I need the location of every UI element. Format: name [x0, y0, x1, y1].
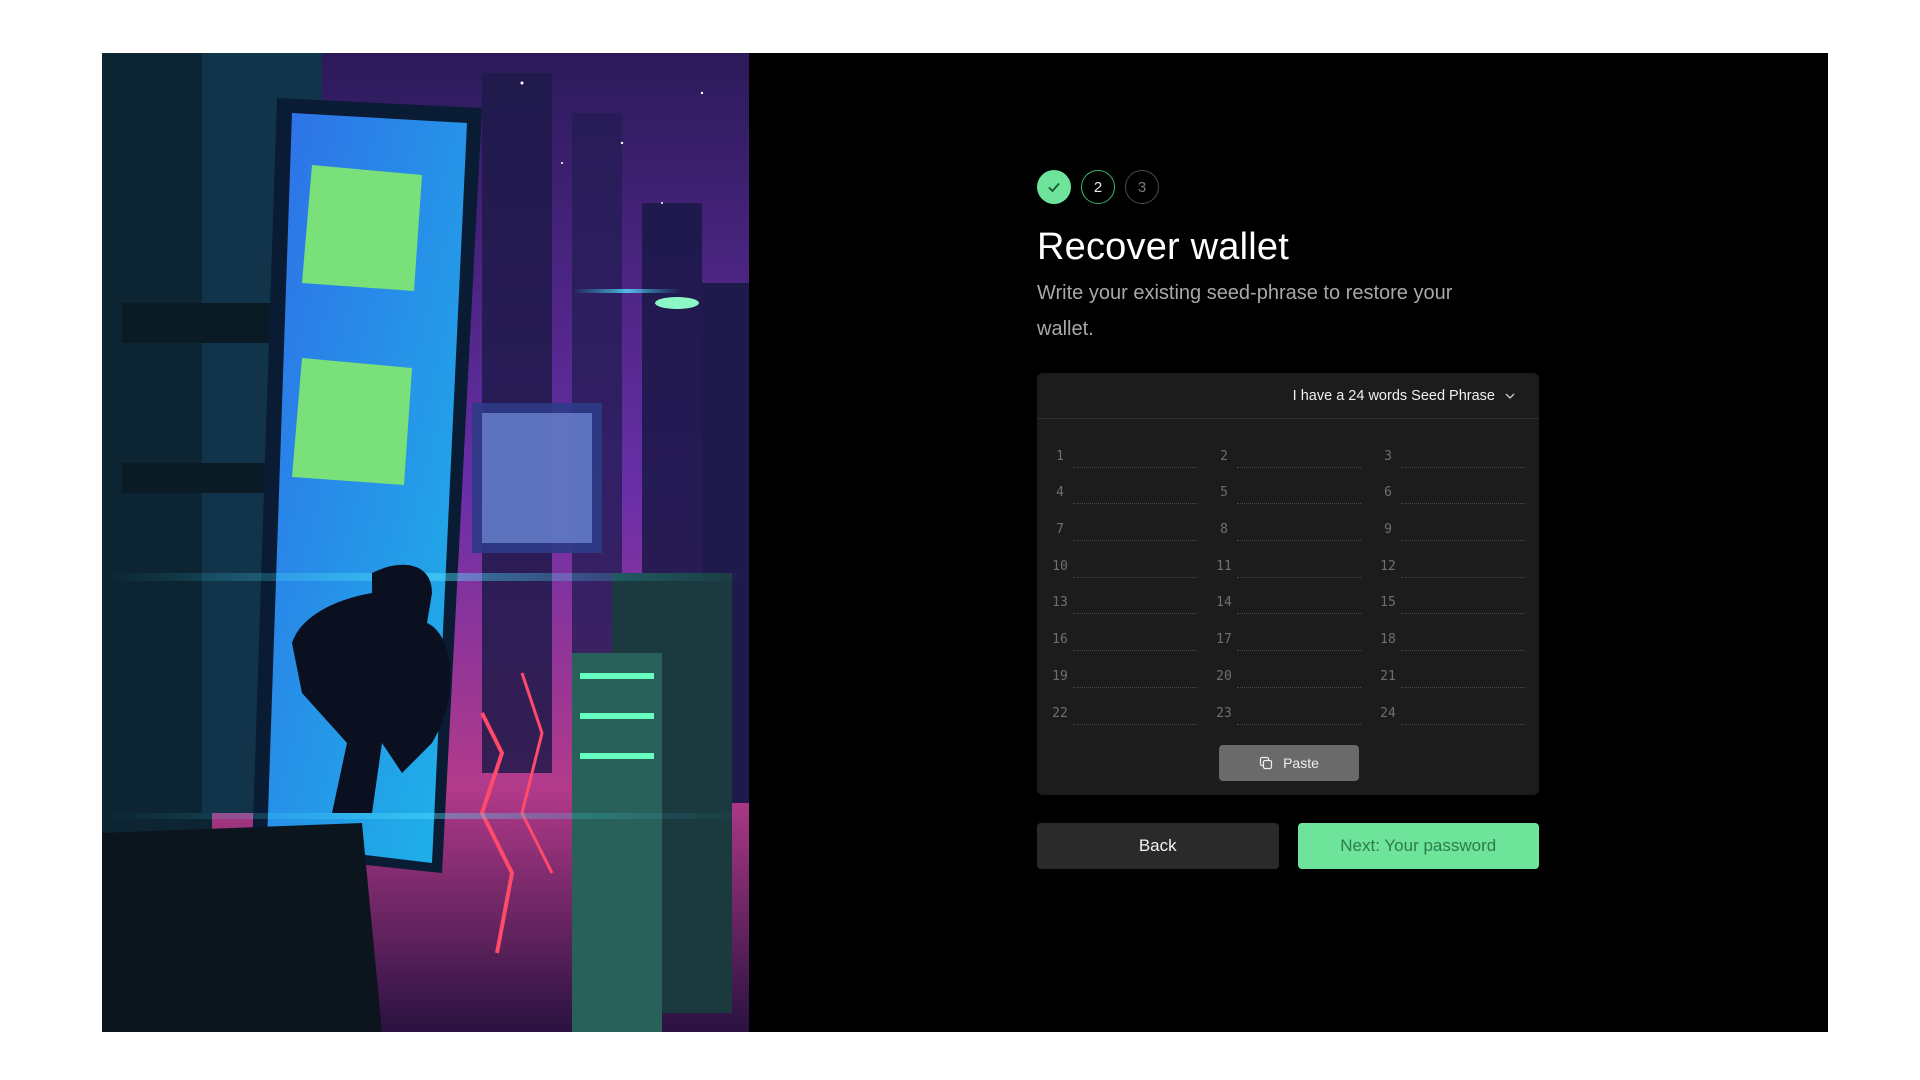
- seed-word-cell: 6: [1377, 468, 1525, 505]
- seed-word-input[interactable]: [1401, 442, 1525, 468]
- seed-word-number: 19: [1052, 668, 1068, 684]
- seed-word-number: 15: [1380, 595, 1396, 611]
- seed-length-selector[interactable]: I have a 24 words Seed Phrase: [1037, 373, 1539, 419]
- seed-word-input[interactable]: [1401, 479, 1525, 505]
- seed-word-number: 9: [1384, 522, 1392, 538]
- seed-word-number: 23: [1216, 705, 1232, 721]
- seed-word-input[interactable]: [1237, 662, 1361, 688]
- check-icon: [1048, 182, 1060, 193]
- back-button[interactable]: Back: [1037, 823, 1279, 869]
- copy-icon: [1259, 756, 1273, 770]
- seed-word-cell: 23: [1213, 688, 1361, 725]
- seed-word-number: 14: [1216, 595, 1232, 611]
- seed-word-cell: 20: [1213, 651, 1361, 688]
- seed-word-number: 13: [1052, 595, 1068, 611]
- seed-phrase-box: I have a 24 words Seed Phrase 1234567891…: [1037, 373, 1539, 795]
- seed-word-input[interactable]: [1401, 699, 1525, 725]
- seed-word-input[interactable]: [1237, 552, 1361, 578]
- seed-word-number: 16: [1052, 632, 1068, 648]
- seed-word-cell: 5: [1213, 468, 1361, 505]
- seed-word-input[interactable]: [1401, 552, 1525, 578]
- seed-word-input[interactable]: [1073, 516, 1197, 542]
- seed-word-input[interactable]: [1237, 626, 1361, 652]
- seed-word-input[interactable]: [1073, 442, 1197, 468]
- seed-word-number: 17: [1216, 632, 1232, 648]
- seed-word-input[interactable]: [1073, 589, 1197, 615]
- seed-word-number: 24: [1380, 705, 1396, 721]
- step-3-upcoming: 3: [1125, 170, 1159, 204]
- step-2-current: 2: [1081, 170, 1115, 204]
- seed-word-cell: 17: [1213, 614, 1361, 652]
- seed-word-input[interactable]: [1237, 589, 1361, 615]
- chevron-down-icon: [1505, 393, 1515, 399]
- seed-word-grid: 1 2 3 4 5 6 7 8 9 10 11 12 13 14 15 16 17 18 19 20 21 22 23 24: [1037, 419, 1539, 725]
- seed-word-cell: 4: [1049, 468, 1197, 505]
- app-window: 2 3 Recover wallet Write your existing s…: [102, 53, 1828, 1032]
- seed-word-cell: 10: [1049, 541, 1197, 578]
- seed-word-cell: 7: [1049, 504, 1197, 542]
- seed-word-cell: 14: [1213, 578, 1361, 615]
- seed-word-cell: 12: [1377, 541, 1525, 578]
- step-1-complete: [1037, 170, 1071, 204]
- seed-word-input[interactable]: [1237, 479, 1361, 505]
- seed-word-cell: 24: [1377, 688, 1525, 725]
- paste-button[interactable]: Paste: [1219, 745, 1359, 781]
- seed-word-number: 18: [1380, 632, 1396, 648]
- seed-word-input[interactable]: [1401, 626, 1525, 652]
- seed-word-input[interactable]: [1073, 699, 1197, 725]
- recover-panel: 2 3 Recover wallet Write your existing s…: [1037, 170, 1539, 869]
- seed-word-cell: 1: [1049, 431, 1197, 468]
- seed-word-cell: 2: [1213, 431, 1361, 468]
- seed-word-input[interactable]: [1401, 589, 1525, 615]
- seed-word-cell: 16: [1049, 614, 1197, 652]
- seed-word-number: 3: [1384, 448, 1392, 464]
- seed-word-number: 4: [1056, 485, 1064, 501]
- seed-word-number: 22: [1052, 705, 1068, 721]
- seed-word-number: 10: [1052, 558, 1068, 574]
- seed-word-input[interactable]: [1073, 662, 1197, 688]
- seed-word-number: 1: [1056, 448, 1064, 464]
- seed-word-number: 11: [1216, 558, 1232, 574]
- seed-word-cell: 21: [1377, 651, 1525, 688]
- seed-word-cell: 8: [1213, 504, 1361, 542]
- seed-word-cell: 13: [1049, 578, 1197, 615]
- seed-word-cell: 18: [1377, 614, 1525, 652]
- seed-word-cell: 3: [1377, 431, 1525, 468]
- seed-word-input[interactable]: [1237, 516, 1361, 542]
- seed-word-number: 12: [1380, 558, 1396, 574]
- seed-word-input[interactable]: [1073, 626, 1197, 652]
- seed-word-number: 6: [1384, 485, 1392, 501]
- seed-word-input[interactable]: [1237, 442, 1361, 468]
- action-bar: Back Next: Your password: [1037, 823, 1539, 869]
- seed-word-number: 5: [1220, 485, 1228, 501]
- seed-word-input[interactable]: [1073, 552, 1197, 578]
- seed-word-number: 21: [1380, 668, 1396, 684]
- seed-word-number: 7: [1056, 522, 1064, 538]
- stepper: 2 3: [1037, 170, 1539, 204]
- seed-word-cell: 19: [1049, 651, 1197, 688]
- page-title: Recover wallet: [1037, 226, 1290, 268]
- next-password-button[interactable]: Next: Your password: [1297, 823, 1539, 869]
- seed-word-cell: 9: [1377, 504, 1525, 542]
- seed-word-input[interactable]: [1237, 699, 1361, 725]
- seed-word-number: 20: [1216, 668, 1232, 684]
- seed-word-cell: 22: [1049, 688, 1197, 725]
- seed-word-input[interactable]: [1073, 479, 1197, 505]
- seed-word-cell: 11: [1213, 541, 1361, 578]
- seed-word-input[interactable]: [1401, 516, 1525, 542]
- paste-label: Paste: [1283, 755, 1319, 771]
- seed-word-number: 2: [1220, 448, 1228, 464]
- seed-word-number: 8: [1220, 522, 1228, 538]
- seed-length-label: I have a 24 words Seed Phrase: [1292, 387, 1495, 404]
- page-subtitle: Write your existing seed-phrase to resto…: [1037, 282, 1453, 340]
- seed-word-cell: 15: [1377, 578, 1525, 615]
- hero-illustration: [102, 53, 749, 1032]
- seed-word-input[interactable]: [1401, 662, 1525, 688]
